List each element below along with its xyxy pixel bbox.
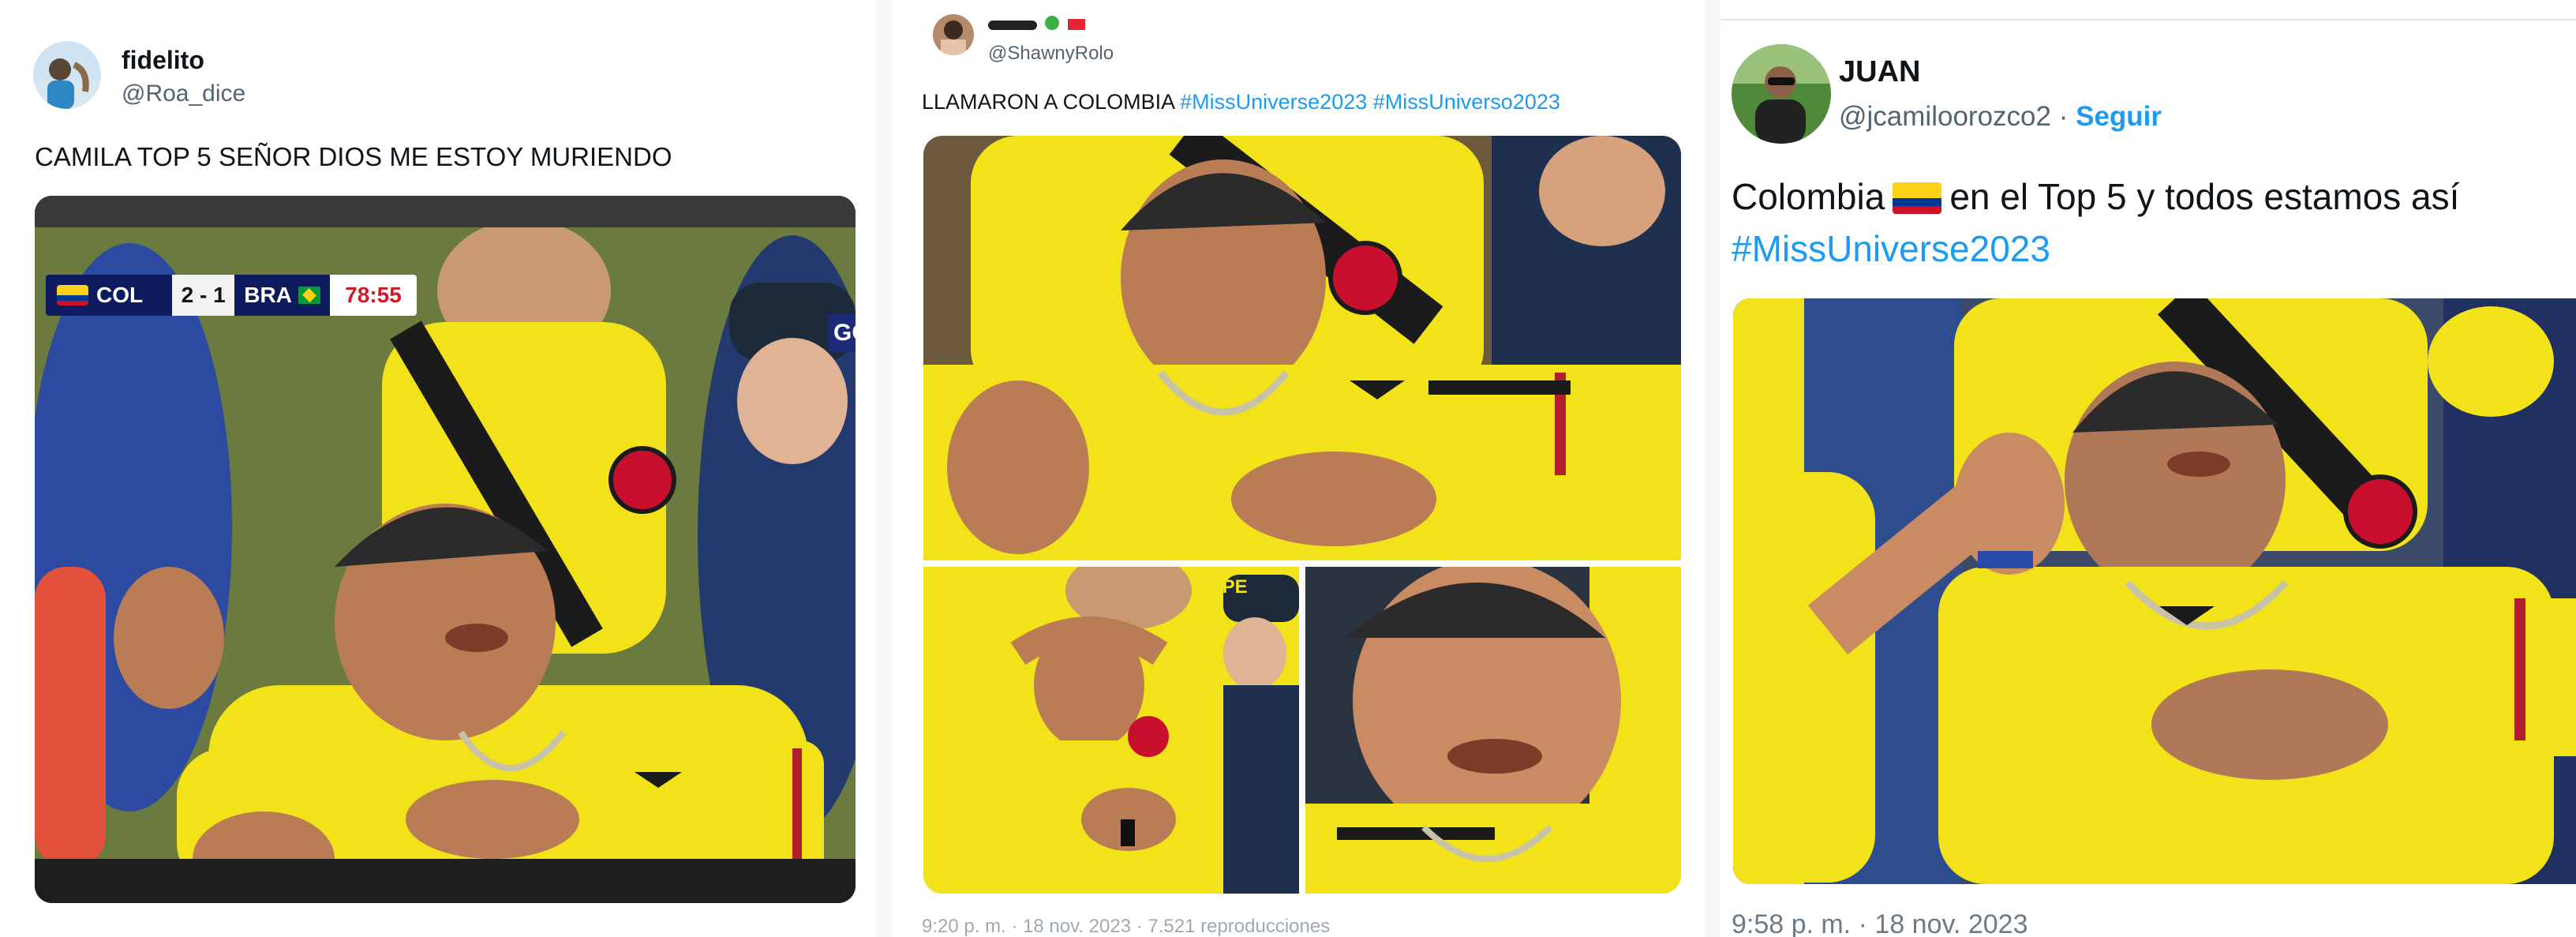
match-clock: 78:55 [329,275,417,316]
follow-button[interactable]: Seguir [2076,101,2162,132]
author-meta: @jcamiloorozco2 · Seguir [1839,101,2162,133]
tweet-text: LLAMARON A COLOMBIA #MissUniverse2023 #M… [922,90,1560,114]
tweet-text-line1: Colombia en el Top 5 y todos estamos así [1732,175,2459,218]
hashtag-link[interactable]: #MissUniverse2023 [1180,90,1367,114]
photo-top[interactable] [923,136,1681,560]
flag-icon [1067,19,1085,30]
home-team: COL [96,283,144,307]
author-name[interactable]: JUAN [1839,55,1920,89]
panel-divider [876,0,892,937]
author-handle[interactable]: @jcamiloorozco2 [1839,101,2051,132]
tweet-card-juan: JUAN @jcamiloorozco2 · Seguir Colombia en… [1720,0,2576,937]
cap-logo-text: OPE [1208,576,1248,598]
avatar-image [1732,44,1831,144]
tweet-text: CAMILA TOP 5 SEÑOR DIOS ME ESTOY MURIEND… [35,142,672,171]
green-heart-icon [1045,16,1060,30]
separator-dot: · [2058,101,2069,132]
author-name[interactable]: fidelito [122,46,204,75]
avatar[interactable] [933,14,974,55]
panel-divider [1705,0,1720,937]
photo-closeup-face [1305,567,1681,894]
avatar[interactable] [1732,44,1831,144]
hashtag-link[interactable]: #MissUniverse2023 [1732,227,2050,270]
tweet-photo[interactable]: COL 2 - 1 BRA 78:55 GO [35,196,856,903]
top-divider [1720,19,2576,21]
photo-bottom-right[interactable] [1305,567,1681,894]
colombia-flag-icon [57,285,88,305]
photo-man-crying [923,136,1681,560]
tweet-text-after-flag: en el Top 5 y todos estamos así [1949,176,2460,217]
tweet-text-prefix: LLAMARON A COLOMBIA [922,90,1174,114]
photo-bottom-left[interactable]: OPE [923,567,1299,894]
tweet-card-fidelito: fidelito @Roa_dice CAMILA TOP 5 SEÑOR DI… [0,0,876,937]
author-handle[interactable]: @ShawnyRolo [988,43,1114,65]
away-team: BRA [244,283,292,307]
scoreboard: COL 2 - 1 BRA 78:55 [46,275,417,316]
sponsor-badge: GO [829,314,856,352]
photo-man-crying-blurry [1733,298,2576,884]
brazil-flag-icon [298,287,320,304]
colombia-flag-icon [1893,182,1942,214]
display-name-cropped [988,16,1106,38]
tweet-photo-grid: OPE [923,136,1681,894]
avatar-image [33,41,101,109]
avatar[interactable] [33,41,101,109]
score: 2 - 1 [172,275,235,316]
scoreboard-away: BRA [234,275,330,316]
tweet-footer: 9:20 p. m. · 18 nov. 2023 · 7.521 reprod… [922,916,1331,937]
tweet-photo[interactable] [1733,298,2576,884]
author-handle[interactable]: @Roa_dice [122,81,245,107]
scoreboard-home: COL [46,275,173,316]
tweet-text-before-flag: Colombia [1732,176,1885,217]
tweet-card-shawnyrolo: @ShawnyRolo LLAMARON A COLOMBIA #MissUni… [892,0,1705,937]
hashtag-link[interactable]: #MissUniverso2023 [1373,90,1560,114]
tweet-timestamp[interactable]: 9:58 p. m. · 18 nov. 2023 [1732,909,2028,937]
avatar-image [933,14,974,55]
